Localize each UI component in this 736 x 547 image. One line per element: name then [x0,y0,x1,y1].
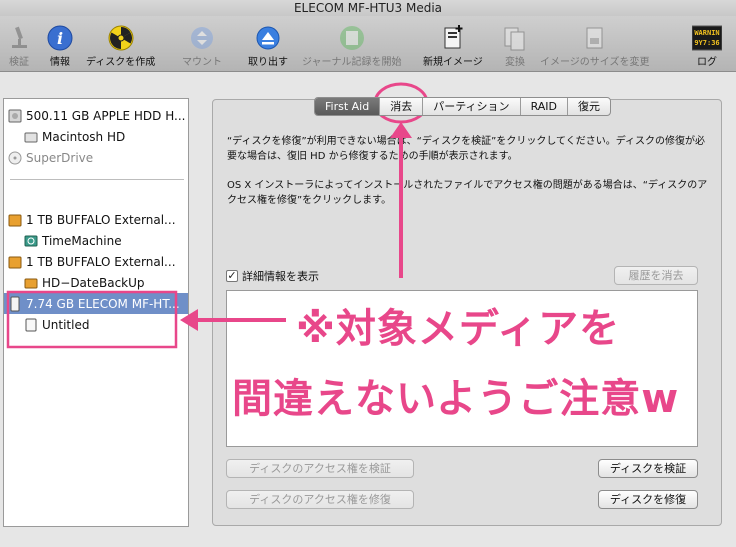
volume-item-timemachine[interactable]: TimeMachine [4,230,188,251]
permissions-description: OS X インストーラによってインストールされたファイルでアクセス権の問題がある… [227,180,708,206]
svg-text:9Y7:36: 9Y7:36 [694,39,719,47]
microscope-icon [4,24,34,52]
volume-item-label: Untitled [42,317,90,332]
disk-item-label: 1 TB BUFFALO External... [26,212,176,227]
volume-item-untitled[interactable]: Untitled [4,314,188,335]
toolbar-label: イメージのサイズを変更 [540,57,650,68]
window-title: ELECOM MF-HTU3 Media [0,0,736,16]
toolbar-label: 情報 [50,57,70,68]
new-image-icon [438,24,468,52]
convert-icon [500,24,530,52]
disk-item-label: 1 TB BUFFALO External... [26,254,176,269]
log-icon: WARNIN 9Y7:36 [692,24,722,52]
volume-item-label: Macintosh HD [42,129,126,144]
burn-icon [106,24,136,52]
toolbar-label: ログ [697,57,717,68]
verify-permissions-button[interactable]: ディスクのアクセス権を検証 [226,459,414,478]
svg-text:i: i [57,29,63,48]
annotation-line-2: 間違えないようご注意w [232,376,680,422]
time-machine-icon [24,235,38,246]
checkmark-icon: ✓ [226,269,238,282]
disk-item-apple-hdd[interactable]: 500.11 GB APPLE HDD H... [4,105,188,126]
volume-item-hd-datebackup[interactable]: HD−DateBackUp [4,272,188,293]
eject-icon [253,24,283,52]
show-details-checkbox[interactable]: ✓ 詳細情報を表示 [226,268,319,284]
tab-first-aid[interactable]: First Aid [315,98,381,115]
journal-icon [337,24,367,52]
toolbar-label: 変換 [505,57,525,68]
volume-item-macintosh-hd[interactable]: Macintosh HD [4,126,188,147]
toolbar-label: 検証 [9,57,29,68]
toolbar-label: マウント [182,57,222,68]
disk-list: 500.11 GB APPLE HDD H... Macintosh HD Su… [3,98,189,527]
toolbar-mount[interactable]: マウント [182,24,222,68]
toolbar: 検証 i 情報 ディスクを作成 マウント 取り出す ジャーナル記録を開始 新規イ… [0,16,736,72]
disk-item-buffalo-2[interactable]: 1 TB BUFFALO External... [4,251,188,272]
external-disk-icon [8,256,22,268]
tab-bar: First Aid 消去 パーティション RAID 復元 [314,97,611,116]
repair-disk-button[interactable]: ディスクを修復 [598,490,698,509]
toolbar-label: ジャーナル記録を開始 [302,57,402,68]
toolbar-verify[interactable]: 検証 [4,24,34,68]
tab-raid[interactable]: RAID [521,98,568,115]
svg-text:WARNIN: WARNIN [694,29,719,37]
first-aid-description: “ディスクを修復”が利用できない場合は、“ディスクを検証”をクリックしてください… [227,136,706,162]
tab-partition[interactable]: パーティション [423,98,521,115]
external-disk-icon [8,214,22,226]
clear-history-button[interactable]: 履歴を消去 [614,266,698,285]
info-icon: i [45,24,75,52]
disk-item-label: SuperDrive [26,150,94,165]
toolbar-convert[interactable]: 変換 [500,24,530,68]
toolbar-log[interactable]: WARNIN 9Y7:36 ログ [692,24,722,68]
toolbar-info[interactable]: i 情報 [45,24,75,68]
usb-disk-icon [10,296,20,311]
sidebar-divider [10,179,184,180]
toolbar-label: ディスクを作成 [86,57,156,68]
toolbar-label: 取り出す [248,57,288,68]
volume-item-label: HD−DateBackUp [42,275,145,290]
toolbar-label: 新規イメージ [423,57,483,68]
verify-disk-button[interactable]: ディスクを検証 [598,459,698,478]
volume-item-label: TimeMachine [42,233,122,248]
hard-disk-icon [8,109,22,122]
disk-item-buffalo-1[interactable]: 1 TB BUFFALO External... [4,209,188,230]
tab-restore[interactable]: 復元 [568,98,610,115]
toolbar-new-image[interactable]: 新規イメージ [423,24,483,68]
toolbar-journal[interactable]: ジャーナル記録を開始 [302,24,402,68]
repair-permissions-button[interactable]: ディスクのアクセス権を修復 [226,490,414,509]
tab-erase[interactable]: 消去 [380,98,424,115]
disk-item-label: 7.74 GB ELECOM MF-HT... [26,296,180,311]
external-volume-icon [24,278,38,288]
show-details-label: 詳細情報を表示 [242,270,319,283]
mount-icon [187,24,217,52]
toolbar-burn[interactable]: ディスクを作成 [86,24,155,68]
disk-item-elecom[interactable]: 7.74 GB ELECOM MF-HT... [4,293,188,314]
volume-icon [25,318,37,331]
toolbar-eject[interactable]: 取り出す [248,24,288,68]
resize-image-icon [580,24,610,52]
volume-icon [24,132,38,142]
disk-item-superdrive[interactable]: SuperDrive [4,147,188,168]
annotation-line-1: ※対象メディアを [296,306,621,352]
disk-item-label: 500.11 GB APPLE HDD H... [26,108,186,123]
toolbar-resize-image[interactable]: イメージのサイズを変更 [540,24,650,68]
optical-drive-icon [8,151,22,164]
